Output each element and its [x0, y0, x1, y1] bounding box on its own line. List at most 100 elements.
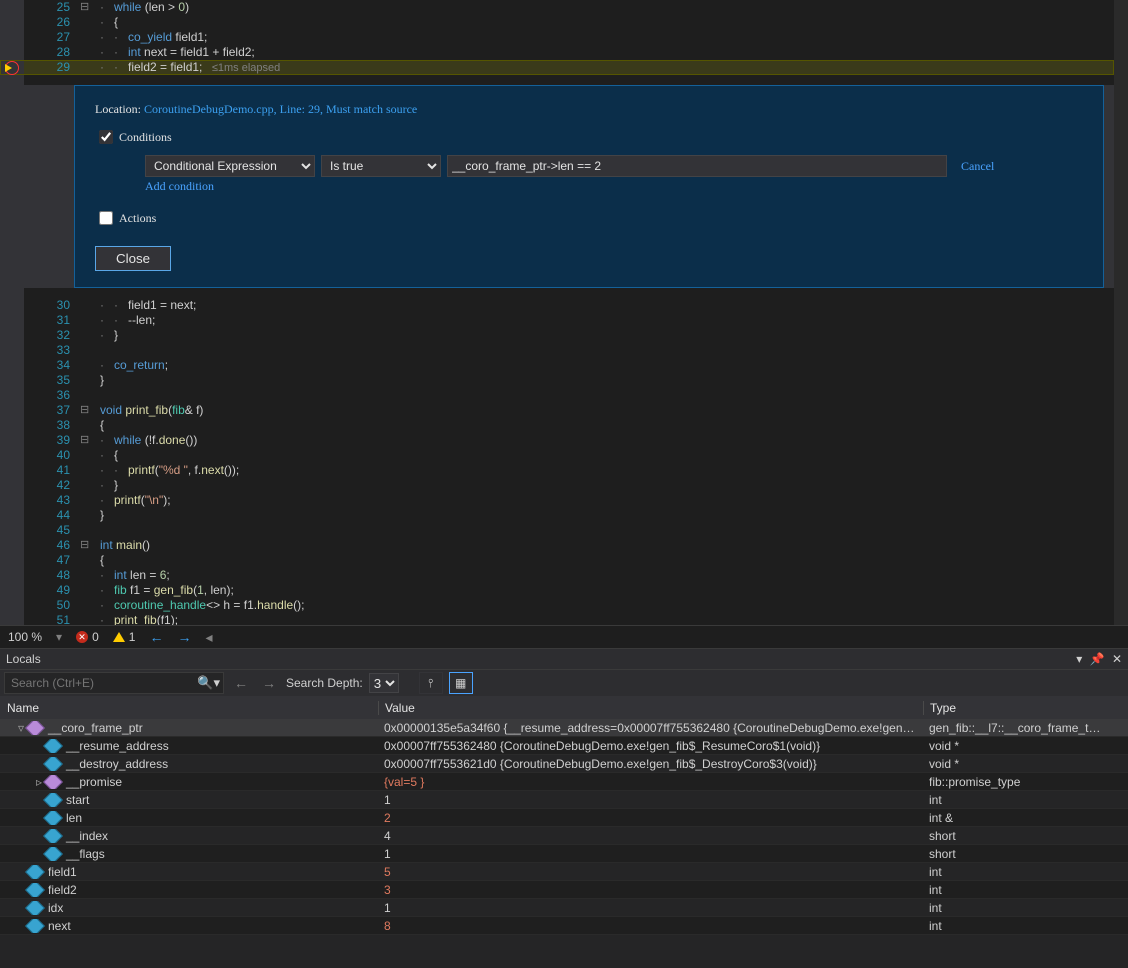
code-text[interactable]: · coroutine_handle<> h = f1.handle();	[98, 598, 305, 613]
code-text[interactable]	[98, 523, 100, 538]
breakpoint-icon[interactable]	[5, 61, 19, 75]
code-line[interactable]: 25⊟· while (len > 0)	[0, 0, 1114, 15]
code-line[interactable]: 42· }	[0, 478, 1114, 493]
breakpoint-gutter[interactable]	[0, 328, 24, 343]
breakpoint-gutter[interactable]	[0, 45, 24, 60]
close-panel-icon[interactable]: ✕	[1112, 652, 1122, 666]
code-text[interactable]: {	[98, 553, 104, 568]
filter-icon[interactable]: ⫯	[419, 672, 443, 694]
code-text[interactable]: · int len = 6;	[98, 568, 170, 583]
code-line[interactable]: 32· }	[0, 328, 1114, 343]
bp-location-link[interactable]: CoroutineDebugDemo.cpp, Line: 29, Must m…	[144, 102, 417, 116]
code-text[interactable]: · · co_yield field1;	[98, 30, 207, 45]
fold-icon[interactable]: ⊟	[80, 0, 98, 15]
code-line[interactable]: 34· co_return;	[0, 358, 1114, 373]
search-icon[interactable]: 🔍▾	[197, 675, 220, 691]
code-line[interactable]: 35}	[0, 373, 1114, 388]
locals-row[interactable]: __destroy_address0x00007ff7553621d0 {Cor…	[0, 755, 1128, 773]
breakpoint-gutter[interactable]	[0, 523, 24, 538]
breakpoint-gutter[interactable]	[0, 568, 24, 583]
breakpoint-gutter[interactable]	[0, 433, 24, 448]
code-line[interactable]: 43· printf("\n");	[0, 493, 1114, 508]
breakpoint-gutter[interactable]	[0, 478, 24, 493]
breakpoint-gutter[interactable]	[0, 373, 24, 388]
var-value[interactable]: 1	[378, 847, 923, 861]
code-text[interactable]: · {	[98, 448, 118, 463]
window-dropdown-icon[interactable]: ▾	[1076, 652, 1082, 666]
locals-row[interactable]: next8int	[0, 917, 1128, 935]
breakpoint-gutter[interactable]	[0, 388, 24, 403]
locals-row[interactable]: field15int	[0, 863, 1128, 881]
breakpoint-gutter[interactable]	[0, 0, 24, 15]
code-line[interactable]: 31· · --len;	[0, 313, 1114, 328]
code-line[interactable]: 39⊟· while (!f.done())	[0, 433, 1114, 448]
var-value[interactable]: 2	[378, 811, 923, 825]
breakpoint-gutter[interactable]	[0, 298, 24, 313]
breakpoint-gutter[interactable]	[0, 313, 24, 328]
breakpoint-gutter[interactable]	[0, 358, 24, 373]
code-text[interactable]: · · printf("%d ", f.next());	[98, 463, 239, 478]
locals-grid-body[interactable]: ▿__coro_frame_ptr0x00000135e5a34f60 {__r…	[0, 719, 1128, 968]
code-text[interactable]: · co_return;	[98, 358, 168, 373]
var-value[interactable]: 4	[378, 829, 923, 843]
locals-row[interactable]: len2int &	[0, 809, 1128, 827]
code-line[interactable]: 36	[0, 388, 1114, 403]
search-prev-icon[interactable]: ←	[230, 675, 252, 691]
zoom-dropdown-icon[interactable]: ▾	[56, 630, 62, 644]
code-editor[interactable]: 25⊟· while (len > 0)26· {27· · co_yield …	[0, 0, 1128, 625]
breakpoint-gutter[interactable]	[0, 613, 24, 625]
breakpoint-gutter[interactable]	[0, 508, 24, 523]
breakpoint-gutter[interactable]	[0, 493, 24, 508]
code-text[interactable]	[98, 388, 100, 403]
condition-istrue-select[interactable]: Is true	[321, 155, 441, 177]
code-line[interactable]: 47{	[0, 553, 1114, 568]
add-condition-link[interactable]: Add condition	[145, 179, 214, 194]
code-line[interactable]: 27· · co_yield field1;	[0, 30, 1114, 45]
code-line[interactable]: 28· · int next = field1 + field2;	[0, 45, 1114, 60]
code-text[interactable]: · }	[98, 478, 118, 493]
warning-count[interactable]: 1	[113, 630, 136, 644]
breakpoint-gutter[interactable]	[0, 343, 24, 358]
var-value[interactable]: 3	[378, 883, 923, 897]
code-text[interactable]: · while (!f.done())	[98, 433, 197, 448]
breakpoint-gutter[interactable]	[0, 583, 24, 598]
var-value[interactable]: 0x00007ff755362480 {CoroutineDebugDemo.e…	[378, 739, 923, 753]
nav-prev-icon[interactable]: ←	[149, 629, 163, 645]
code-text[interactable]	[98, 343, 100, 358]
code-line[interactable]: 33	[0, 343, 1114, 358]
code-line[interactable]: 38{	[0, 418, 1114, 433]
code-line[interactable]: 51· print_fib(f1);	[0, 613, 1114, 625]
code-line[interactable]: 26· {	[0, 15, 1114, 30]
breakpoint-gutter[interactable]	[0, 553, 24, 568]
code-text[interactable]: {	[98, 418, 104, 433]
editor-scrollbar[interactable]	[1114, 0, 1128, 625]
breakpoint-gutter[interactable]	[0, 60, 24, 75]
code-text[interactable]: · · field1 = next;	[98, 298, 196, 313]
error-count[interactable]: ✕ 0	[76, 630, 99, 644]
nav-caret-icon[interactable]: ◂	[205, 629, 212, 646]
col-value[interactable]: Value	[379, 701, 924, 715]
code-text[interactable]: · }	[98, 328, 118, 343]
locals-row[interactable]: ▹__promise{val=5 }fib::promise_type	[0, 773, 1128, 791]
var-value[interactable]: 1	[378, 793, 923, 807]
code-line[interactable]: 49· fib f1 = gen_fib(1, len);	[0, 583, 1114, 598]
code-text[interactable]: · · --len;	[98, 313, 155, 328]
locals-row[interactable]: idx1int	[0, 899, 1128, 917]
col-name[interactable]: Name	[1, 701, 379, 715]
fold-icon[interactable]: ⊟	[80, 403, 98, 418]
code-text[interactable]: }	[98, 373, 104, 388]
code-text[interactable]: · {	[98, 15, 118, 30]
fold-icon[interactable]: ⊟	[80, 538, 98, 553]
actions-checkbox[interactable]	[99, 211, 113, 225]
code-line[interactable]: 29· · field2 = field1; ≤1ms elapsed	[0, 60, 1114, 75]
locals-row[interactable]: ▿__coro_frame_ptr0x00000135e5a34f60 {__r…	[0, 719, 1128, 737]
conditions-checkbox[interactable]	[99, 130, 113, 144]
code-text[interactable]: }	[98, 508, 104, 523]
breakpoint-gutter[interactable]	[0, 403, 24, 418]
var-value[interactable]: 5	[378, 865, 923, 879]
var-value[interactable]: {val=5 }	[378, 775, 923, 789]
var-value[interactable]: 8	[378, 919, 923, 933]
actions-checkbox-row[interactable]: Actions	[95, 208, 1083, 228]
locals-row[interactable]: __resume_address0x00007ff755362480 {Coro…	[0, 737, 1128, 755]
breakpoint-gutter[interactable]	[0, 538, 24, 553]
